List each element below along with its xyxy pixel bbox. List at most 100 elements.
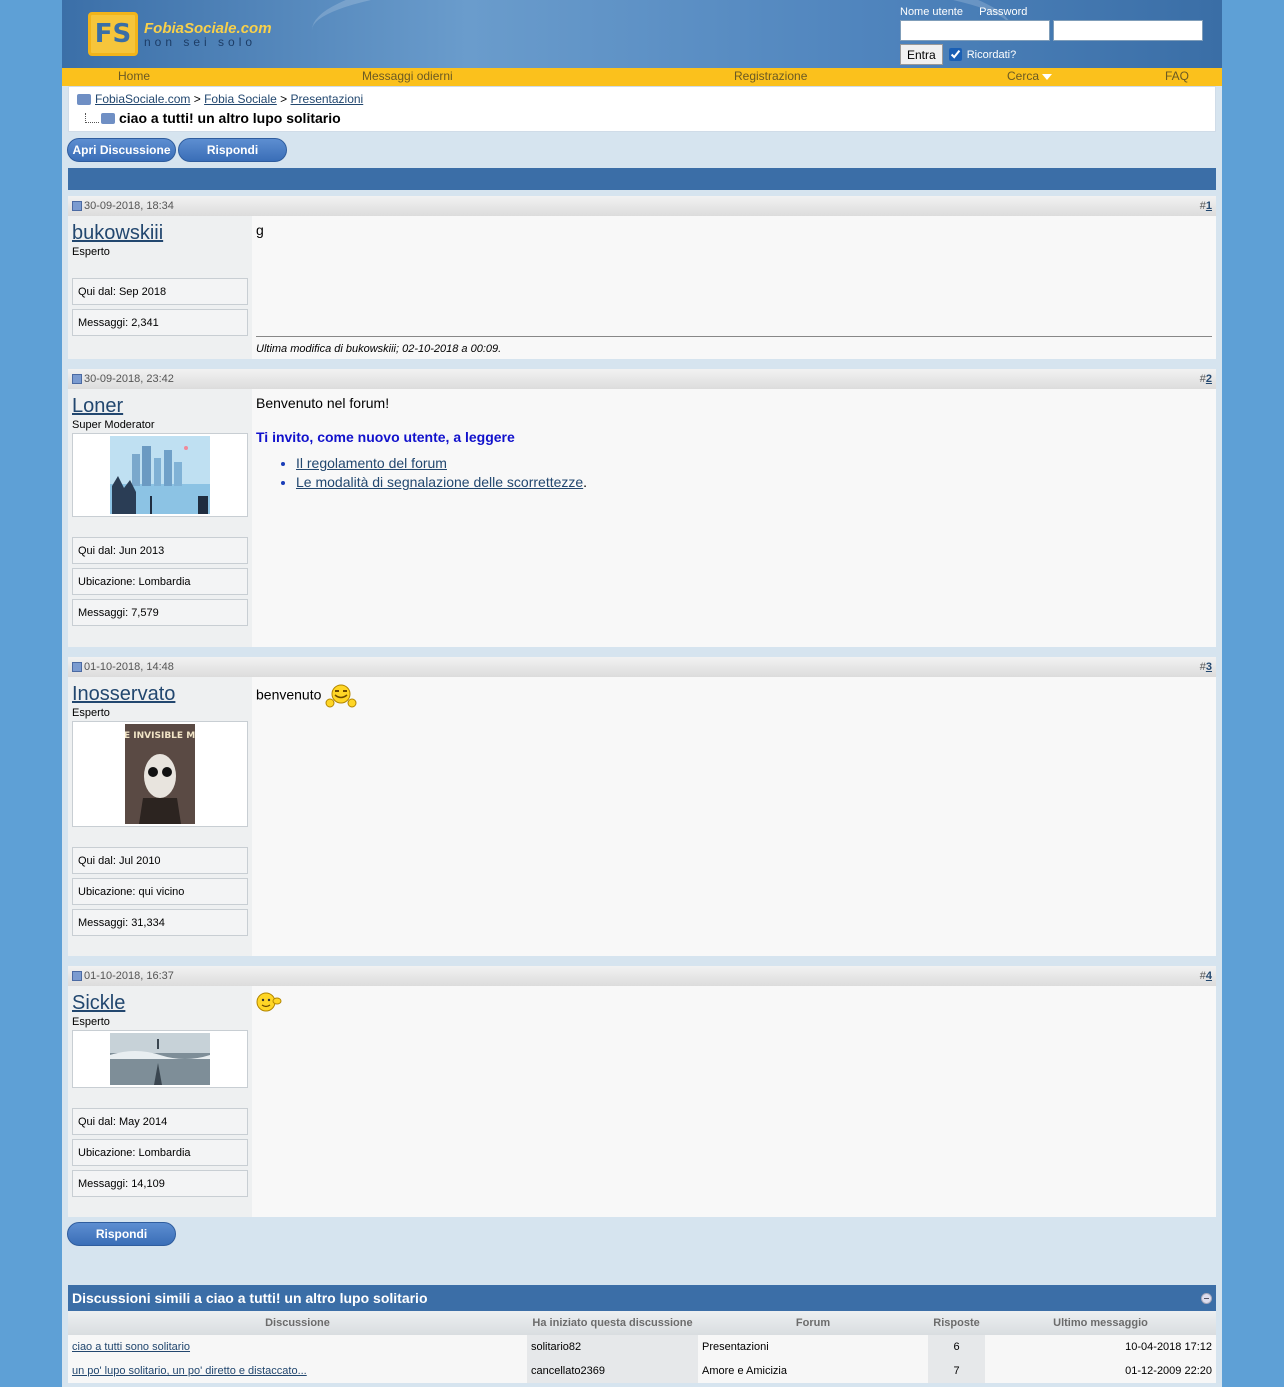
avatar[interactable]	[72, 1030, 248, 1088]
logo-tagline: non sei solo	[144, 34, 257, 49]
thread-starter: cancellato2369	[527, 1359, 698, 1383]
breadcrumb: FobiaSociale.com > Fobia Sociale > Prese…	[68, 86, 1216, 132]
rules-link[interactable]: Il regolamento del forum	[296, 455, 447, 471]
breadcrumb-separator: >	[280, 92, 288, 106]
thread-forum: Amore e Amicizia	[698, 1359, 928, 1383]
breadcrumb-item-home[interactable]: FobiaSociale.com	[95, 92, 190, 106]
login-button[interactable]: Entra	[900, 44, 943, 65]
user-title: Esperto	[72, 707, 110, 719]
forum-home-icon[interactable]	[77, 93, 91, 105]
thread-replies: 6	[928, 1335, 985, 1359]
username-link[interactable]: Sickle	[72, 992, 125, 1015]
thread-forum: Presentazioni	[698, 1335, 928, 1359]
nav-register[interactable]: Registrazione	[734, 69, 807, 83]
post-message: g Ultima modifica di bukowskiii; 02-10-2…	[252, 216, 1216, 359]
breadcrumb-item-section[interactable]: Presentazioni	[291, 92, 364, 106]
thread-last-post: 10-04-2018 17:12	[985, 1335, 1216, 1359]
message-text: Benvenuto nel forum!	[256, 395, 390, 411]
join-date: Qui dal: Sep 2018	[72, 278, 248, 305]
post-number-link[interactable]: 1	[1206, 200, 1212, 212]
remember-label: Ricordati?	[966, 48, 1017, 61]
thread-replies: 7	[928, 1359, 985, 1383]
join-date: Qui dal: Jun 2013	[72, 537, 248, 564]
tree-line-icon	[85, 113, 99, 123]
post-count: Messaggi: 14,109	[72, 1170, 248, 1197]
report-rules-link[interactable]: Le modalità di segnalazione delle scorre…	[296, 474, 583, 490]
bottom-action-row: Rispondi	[62, 1217, 1222, 1251]
remember-me[interactable]: Ricordati?	[948, 48, 1017, 61]
location: Ubicazione: Lombardia	[72, 568, 248, 595]
thread-starter: solitario82	[527, 1335, 698, 1359]
thread-link[interactable]: un po' lupo solitario, un po' diretto e …	[72, 1365, 307, 1377]
column-header: Forum	[698, 1311, 928, 1335]
thread-last-post: 01-12-2009 22:20	[985, 1359, 1216, 1383]
nav-home[interactable]: Home	[118, 69, 150, 83]
avatar[interactable]	[72, 433, 248, 517]
nav-faq[interactable]: FAQ	[1165, 69, 1189, 83]
post: 01-10-2018, 14:48 #3 Inosservato Esperto…	[68, 657, 1216, 956]
message-bold-text: Ti invito, come nuovo utente, a leggere	[256, 429, 515, 445]
similar-threads: Discussioni simili a ciao a tutti! un al…	[68, 1285, 1216, 1383]
location: Ubicazione: qui vicino	[72, 878, 248, 905]
post-number-link[interactable]: 4	[1206, 970, 1212, 982]
site-logo[interactable]: FS FobiaSociale.com non sei solo	[88, 12, 272, 56]
collapse-icon[interactable]	[1201, 1292, 1212, 1304]
thread-header-bar	[68, 168, 1216, 190]
username-link[interactable]: Loner	[72, 395, 123, 418]
tongue-smiley-icon	[256, 992, 282, 1012]
thread-icon	[101, 112, 115, 124]
post-header: 30-09-2018, 18:34 #1	[68, 196, 1216, 216]
username-link[interactable]: Inosservato	[72, 683, 175, 706]
breadcrumb-item-forum[interactable]: Fobia Sociale	[204, 92, 277, 106]
breadcrumb-separator: >	[193, 92, 201, 106]
post-icon	[72, 374, 82, 384]
thumbs-up-smiley-icon	[325, 684, 357, 708]
post-count: Messaggi: 2,341	[72, 309, 248, 336]
post-date: 01-10-2018, 14:48	[84, 661, 174, 673]
post-header: 30-09-2018, 23:42 #2	[68, 369, 1216, 389]
join-date: Qui dal: May 2014	[72, 1108, 248, 1135]
main-navbar: Home Messaggi odierni Registrazione Cerc…	[62, 68, 1222, 86]
post: 30-09-2018, 18:34 #1 bukowskiii Esperto …	[68, 196, 1216, 359]
username-link[interactable]: bukowskiii	[72, 222, 163, 245]
thread-link[interactable]: ciao a tutti sono solitario	[72, 1341, 190, 1353]
join-date: Qui dal: Jul 2010	[72, 847, 248, 874]
post-message: benvenuto	[252, 677, 1216, 956]
remember-checkbox[interactable]	[948, 48, 962, 61]
location: Ubicazione: Lombardia	[72, 1139, 248, 1166]
column-header: Risposte	[928, 1311, 985, 1335]
nav-todays-posts[interactable]: Messaggi odierni	[362, 69, 453, 83]
reply-button[interactable]: Rispondi	[178, 138, 287, 162]
post-icon	[72, 662, 82, 672]
user-info: Inosservato Esperto THE INVISIBLE MAN Qu…	[68, 677, 252, 956]
page: FS FobiaSociale.com non sei solo Nome ut…	[62, 0, 1222, 1387]
post-date: 30-09-2018, 23:42	[84, 373, 174, 385]
message-text: g	[256, 222, 264, 238]
svg-text:THE INVISIBLE MAN: THE INVISIBLE MAN	[125, 731, 195, 741]
similar-threads-header: Discussioni simili a ciao a tutti! un al…	[68, 1285, 1216, 1311]
post-number-link[interactable]: 2	[1206, 373, 1212, 385]
post-header: 01-10-2018, 16:37 #4	[68, 966, 1216, 986]
user-info: Sickle Esperto Qui dal: May 2014 Ubicazi…	[68, 986, 252, 1217]
logo-name: FobiaSociale.com	[144, 19, 272, 37]
top-action-row: Apri Discussione Rispondi	[62, 132, 1222, 168]
post-date: 30-09-2018, 18:34	[84, 200, 174, 212]
similar-threads-title: Discussioni simili a ciao a tutti! un al…	[72, 1290, 428, 1306]
new-thread-button[interactable]: Apri Discussione	[67, 138, 176, 162]
invisible-man-avatar-image: THE INVISIBLE MAN	[125, 724, 195, 824]
post-message	[252, 986, 1216, 1217]
seascape-avatar-image	[110, 1033, 210, 1085]
avatar[interactable]: THE INVISIBLE MAN	[72, 721, 248, 827]
column-header: Discussione	[68, 1311, 527, 1335]
username-input[interactable]	[900, 20, 1050, 41]
post-number-link[interactable]: 3	[1206, 661, 1212, 673]
table-row: ciao a tutti sono solitario solitario82 …	[68, 1335, 1216, 1359]
edit-note: Ultima modifica di bukowskiii; 02-10-201…	[256, 336, 1212, 355]
post-icon	[72, 201, 82, 211]
city-avatar-image	[110, 436, 210, 514]
nav-search[interactable]: Cerca	[1007, 69, 1053, 83]
reply-button-bottom[interactable]: Rispondi	[67, 1222, 176, 1246]
password-input[interactable]	[1053, 20, 1203, 41]
username-label: Nome utente	[900, 6, 963, 18]
similar-threads-table: Discussione Ha iniziato questa discussio…	[68, 1311, 1216, 1383]
